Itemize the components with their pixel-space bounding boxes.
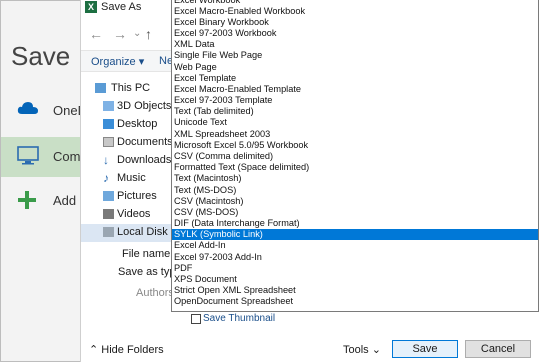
file-type-option[interactable]: OpenDocument Spreadsheet bbox=[172, 296, 538, 307]
file-type-option[interactable]: Excel Template bbox=[172, 73, 538, 84]
save-thumbnail-label: Save Thumbnail bbox=[203, 313, 276, 324]
nav-item-label: Music bbox=[117, 172, 146, 184]
file-type-option[interactable]: Microsoft Excel 5.0/95 Workbook bbox=[172, 140, 538, 151]
cancel-button[interactable]: Cancel bbox=[465, 340, 531, 358]
nav-item-label: 3D Objects bbox=[117, 100, 172, 112]
nav-item-documents[interactable]: Documents bbox=[81, 134, 173, 152]
backstage-item-onedrive[interactable]: OneD bbox=[1, 91, 87, 131]
nav-item-desktop[interactable]: Desktop bbox=[81, 116, 173, 134]
nav-item-local-disk[interactable]: Local Disk (C: bbox=[81, 224, 185, 242]
dialog-title: Save As bbox=[101, 1, 142, 13]
desktop-icon bbox=[103, 119, 114, 129]
file-type-option[interactable]: CSV (MS-DOS) bbox=[172, 207, 538, 218]
file-type-option[interactable]: Web Page bbox=[172, 62, 538, 73]
save-as-type-dropdown-list[interactable]: Excel WorkbookExcel Macro-Enabled Workbo… bbox=[171, 0, 539, 312]
dialog-bottom-bar: ⌃ Hide Folders Tools ⌄ Save Cancel bbox=[81, 340, 539, 362]
pc-icon bbox=[95, 83, 106, 93]
downloads-icon: ↓ bbox=[103, 153, 109, 167]
file-type-option[interactable]: Strict Open XML Spreadsheet bbox=[172, 285, 538, 296]
chevron-down-icon: ⌄ bbox=[371, 344, 381, 356]
videos-icon bbox=[103, 209, 114, 219]
backstage-item-add-place[interactable]: Add a bbox=[1, 181, 87, 221]
backstage-item-computer[interactable]: Comp bbox=[1, 137, 88, 177]
save-button[interactable]: Save bbox=[392, 340, 458, 358]
file-type-option[interactable]: CSV (Macintosh) bbox=[172, 196, 538, 207]
music-icon: ♪ bbox=[103, 171, 109, 185]
excel-icon: X bbox=[85, 1, 97, 13]
chevron-down-icon[interactable]: ⌄ bbox=[133, 28, 141, 39]
file-type-option[interactable]: CSV (Comma delimited) bbox=[172, 151, 538, 162]
navigation-pane: This PC 3D Objects Desktop Documents ↓ D… bbox=[81, 76, 185, 246]
forward-arrow-icon[interactable]: → bbox=[113, 26, 127, 42]
nav-item-music[interactable]: ♪ Music bbox=[81, 170, 173, 188]
file-type-option[interactable]: Text (Macintosh) bbox=[172, 173, 538, 184]
nav-item-label: Desktop bbox=[117, 118, 158, 130]
hide-folders-button[interactable]: ⌃ Hide Folders bbox=[89, 343, 164, 356]
file-type-option[interactable]: Single File Web Page bbox=[172, 50, 538, 61]
plus-icon bbox=[17, 190, 37, 213]
nav-item-label: Documents bbox=[117, 136, 173, 148]
file-type-option[interactable]: Formatted Text (Space delimited) bbox=[172, 162, 538, 173]
back-arrow-icon[interactable]: ← bbox=[89, 26, 103, 42]
organize-button[interactable]: Organize ▾ bbox=[91, 55, 144, 68]
nav-item-this-pc[interactable]: This PC bbox=[81, 80, 173, 98]
file-type-option[interactable]: DIF (Data Interchange Format) bbox=[172, 218, 538, 229]
nav-item-label: Downloads bbox=[117, 154, 172, 166]
nav-item-label: This PC bbox=[111, 82, 151, 94]
pictures-icon bbox=[103, 191, 114, 201]
file-type-option[interactable]: XML Spreadsheet 2003 bbox=[172, 129, 538, 140]
file-type-option[interactable]: Excel Macro-Enabled Template bbox=[172, 84, 538, 95]
file-name-label: File name: bbox=[122, 248, 174, 260]
nav-item-pictures[interactable]: Pictures bbox=[81, 188, 173, 206]
nav-item-downloads[interactable]: ↓ Downloads bbox=[81, 152, 173, 170]
file-type-option[interactable]: Excel Binary Workbook bbox=[172, 17, 538, 28]
up-arrow-icon[interactable]: ↑ bbox=[145, 26, 152, 42]
documents-icon bbox=[103, 137, 114, 147]
chevron-up-icon: ⌃ bbox=[89, 344, 99, 356]
computer-icon bbox=[17, 146, 39, 169]
file-type-option[interactable]: XML Data bbox=[172, 39, 538, 50]
file-type-option[interactable]: PDF bbox=[172, 263, 538, 274]
backstage-title: Save bbox=[11, 41, 71, 71]
file-type-option[interactable]: Excel 97-2003 Workbook bbox=[172, 28, 538, 39]
3d-objects-icon bbox=[103, 101, 114, 111]
file-type-option[interactable]: Text (Tab delimited) bbox=[172, 106, 538, 117]
file-type-option[interactable]: Excel 97-2003 Add-In bbox=[172, 252, 538, 263]
checkbox-box[interactable] bbox=[191, 314, 201, 324]
hide-folders-label: Hide Folders bbox=[101, 344, 164, 356]
nav-item-label: Videos bbox=[117, 208, 151, 220]
file-type-option[interactable]: Text (MS-DOS) bbox=[172, 185, 538, 196]
nav-item-label: Pictures bbox=[117, 190, 157, 202]
file-type-option[interactable]: Excel Macro-Enabled Workbook bbox=[172, 6, 538, 17]
disk-icon bbox=[103, 227, 114, 237]
cloud-icon bbox=[17, 100, 39, 119]
file-type-option[interactable]: SYLK (Symbolic Link) bbox=[172, 229, 538, 241]
tools-label: Tools bbox=[343, 344, 369, 356]
tools-dropdown[interactable]: Tools ⌄ bbox=[343, 343, 381, 356]
file-type-option[interactable]: Excel Add-In bbox=[172, 240, 538, 251]
file-type-option[interactable]: XPS Document bbox=[172, 274, 538, 285]
file-type-option[interactable]: Excel 97-2003 Template bbox=[172, 95, 538, 106]
nav-item-3d-objects[interactable]: 3D Objects bbox=[81, 98, 173, 116]
file-type-option[interactable]: Unicode Text bbox=[172, 117, 538, 128]
backstage-pane: Save OneD Comp Add a bbox=[1, 1, 88, 361]
nav-item-videos[interactable]: Videos bbox=[81, 206, 173, 224]
